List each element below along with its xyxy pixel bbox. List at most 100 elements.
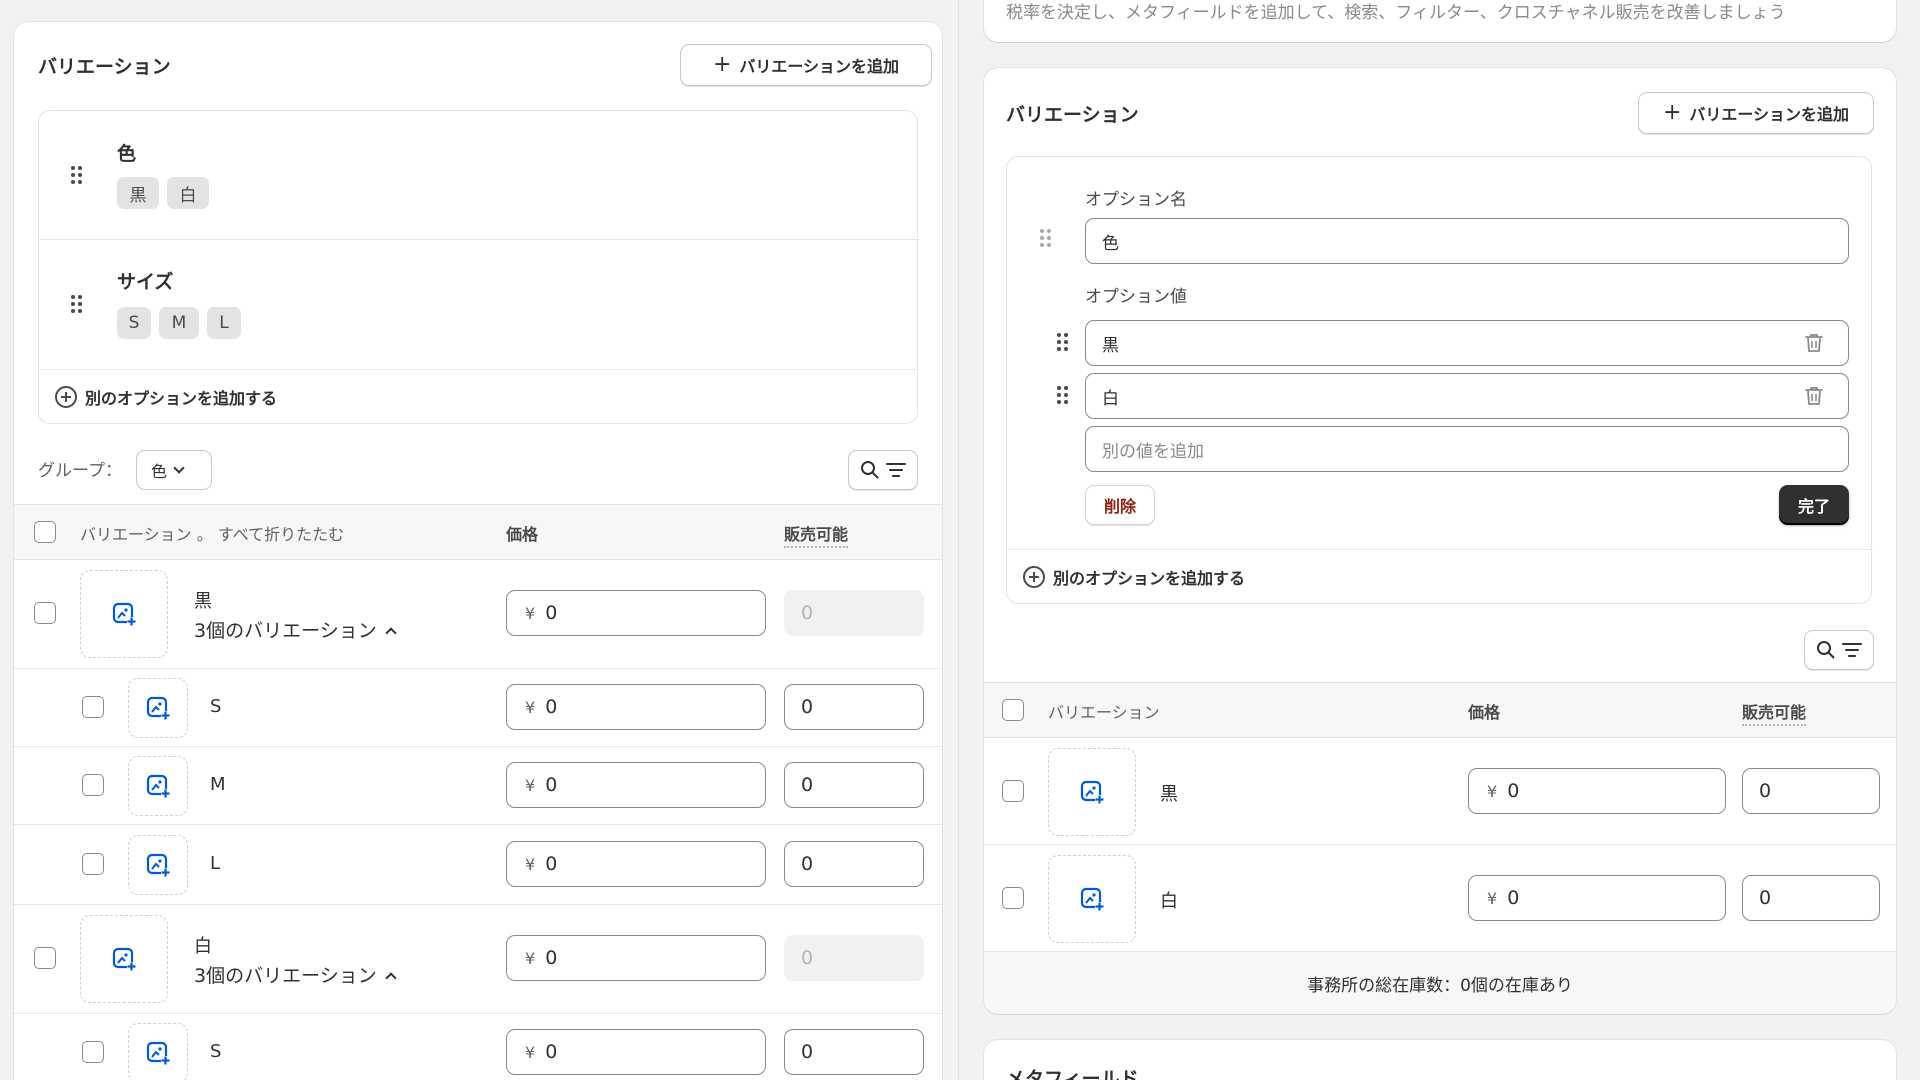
- available-input[interactable]: 0: [784, 1029, 924, 1075]
- price-value: 0: [545, 1041, 558, 1063]
- trash-icon[interactable]: [1805, 333, 1823, 353]
- price-value: 0: [1507, 887, 1520, 909]
- drag-handle-icon[interactable]: [1040, 229, 1052, 249]
- variant-image-placeholder[interactable]: [128, 678, 188, 738]
- left-add-variant-button[interactable]: + バリエーションを追加: [680, 44, 932, 86]
- drag-handle-icon[interactable]: [1057, 333, 1069, 353]
- column-divider: [958, 0, 959, 1080]
- col-available-header: 販売可能: [1742, 699, 1807, 726]
- filter-icon: [1842, 643, 1862, 657]
- circle-plus-icon: [1023, 566, 1045, 588]
- variant-image-placeholder[interactable]: [128, 1023, 188, 1080]
- price-input[interactable]: ¥ 0: [1468, 875, 1726, 921]
- group-select[interactable]: 色: [136, 450, 212, 490]
- price-value: 0: [545, 853, 558, 875]
- left-add-option-link[interactable]: 別のオプションを追加する: [55, 385, 277, 409]
- row-checkbox[interactable]: [34, 602, 56, 624]
- right-add-variant-button[interactable]: + バリエーションを追加: [1638, 92, 1874, 134]
- price-value: 0: [545, 774, 558, 796]
- right-search-filter-button[interactable]: [1804, 630, 1874, 670]
- col-variant-header[interactable]: バリエーション 。 すべて折りたたむ: [80, 521, 344, 545]
- row-checkbox[interactable]: [82, 696, 104, 718]
- available-input[interactable]: 0: [1742, 768, 1880, 814]
- available-value: 0: [1759, 780, 1772, 802]
- price-input[interactable]: ¥ 0: [506, 1029, 766, 1075]
- left-search-filter-button[interactable]: [848, 450, 918, 490]
- col-variant-header: バリエーション: [1048, 703, 1160, 722]
- variant-image-placeholder[interactable]: [128, 835, 188, 895]
- variant-image-placeholder[interactable]: [1048, 748, 1136, 836]
- add-value-input[interactable]: 別の値を追加: [1085, 426, 1849, 472]
- option-name-input[interactable]: 色: [1085, 218, 1849, 264]
- price-input[interactable]: ¥ 0: [506, 762, 766, 808]
- variant-image-placeholder[interactable]: [128, 756, 188, 816]
- drag-handle-icon[interactable]: [71, 166, 83, 186]
- group-name: 黒: [194, 591, 212, 612]
- available-input[interactable]: 0: [784, 841, 924, 887]
- drag-handle-icon[interactable]: [71, 295, 83, 315]
- price-input[interactable]: ¥ 0: [506, 935, 766, 981]
- row-checkbox[interactable]: [1002, 780, 1024, 802]
- option-name-label: オプション名: [1085, 190, 1187, 210]
- option-value-text: 黒: [1102, 335, 1119, 356]
- done-button[interactable]: 完了: [1779, 485, 1849, 525]
- available-input[interactable]: 0: [1742, 875, 1880, 921]
- delete-option-button[interactable]: 削除: [1085, 485, 1155, 525]
- currency-symbol: ¥: [525, 697, 536, 717]
- currency-symbol: ¥: [525, 854, 536, 874]
- row-divider: [14, 746, 942, 747]
- option-value-chip: S: [117, 307, 151, 339]
- drag-handle-icon[interactable]: [1057, 386, 1069, 406]
- add-image-icon: [146, 853, 170, 877]
- available-value: 0: [801, 853, 814, 875]
- price-input[interactable]: ¥ 0: [506, 590, 766, 636]
- add-image-icon: [1080, 780, 1104, 804]
- variant-image-placeholder[interactable]: [80, 570, 168, 658]
- available-input[interactable]: 0: [784, 762, 924, 808]
- price-input[interactable]: ¥ 0: [506, 684, 766, 730]
- option-value-input[interactable]: 黒: [1085, 320, 1849, 366]
- right-table-header: バリエーション 価格 販売可能: [984, 682, 1896, 738]
- row-checkbox[interactable]: [34, 947, 56, 969]
- available-value: 0: [801, 696, 814, 718]
- filter-icon: [886, 463, 906, 477]
- search-icon: [1817, 641, 1835, 659]
- trash-icon[interactable]: [1805, 386, 1823, 406]
- option-value-input[interactable]: 白: [1085, 373, 1849, 419]
- select-all-checkbox[interactable]: [34, 521, 56, 543]
- row-divider: [984, 844, 1896, 845]
- variant-name: S: [210, 696, 222, 717]
- price-input[interactable]: ¥ 0: [1468, 768, 1726, 814]
- row-checkbox[interactable]: [82, 1041, 104, 1063]
- right-card-title: バリエーション: [1006, 104, 1139, 126]
- group-toggle[interactable]: 3個のバリエーション: [194, 961, 397, 988]
- group-sub-label: 3個のバリエーション: [194, 620, 377, 642]
- group-toggle[interactable]: 3個のバリエーション: [194, 616, 397, 643]
- col-available-header: 販売可能: [784, 521, 849, 548]
- option-value-chip: L: [207, 307, 241, 339]
- variant-name: 白: [1160, 891, 1178, 912]
- plus-icon: +: [712, 52, 732, 77]
- currency-symbol: ¥: [525, 948, 536, 968]
- option-value-text: 白: [1102, 388, 1119, 409]
- left-variants-card: バリエーション + バリエーションを追加 色 黒 白 サイズ S M L 別のオ…: [14, 22, 942, 1080]
- available-value: 0: [801, 947, 814, 969]
- available-input: 0: [784, 590, 924, 636]
- price-input[interactable]: ¥ 0: [506, 841, 766, 887]
- currency-symbol: ¥: [525, 1042, 536, 1062]
- price-value: 0: [1507, 780, 1520, 802]
- variant-name: 黒: [1160, 784, 1178, 805]
- available-value: 0: [801, 602, 814, 624]
- select-all-checkbox[interactable]: [1002, 699, 1024, 721]
- variant-image-placeholder[interactable]: [80, 915, 168, 1003]
- available-input[interactable]: 0: [784, 684, 924, 730]
- variant-image-placeholder[interactable]: [1048, 855, 1136, 943]
- right-add-option-link[interactable]: 別のオプションを追加する: [1023, 565, 1245, 589]
- chevron-up-icon: [385, 627, 397, 639]
- available-value: 0: [801, 774, 814, 796]
- row-checkbox[interactable]: [1002, 887, 1024, 909]
- add-image-icon: [112, 947, 136, 971]
- row-checkbox[interactable]: [82, 853, 104, 875]
- left-add-variant-label: バリエーションを追加: [739, 57, 900, 76]
- row-checkbox[interactable]: [82, 774, 104, 796]
